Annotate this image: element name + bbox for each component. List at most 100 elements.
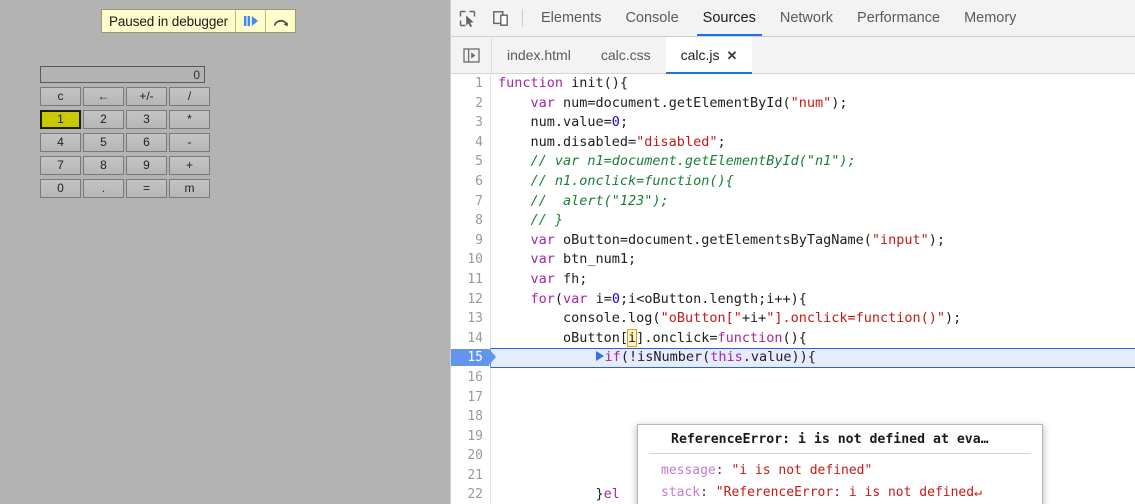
code-token: // n1.onclick=function(){: [498, 172, 734, 189]
calculator-key-7[interactable]: 7: [40, 156, 81, 175]
calculator-key-minus[interactable]: -: [169, 133, 210, 152]
calculator-key-c[interactable]: c: [40, 87, 81, 106]
line-number[interactable]: 21: [451, 465, 490, 486]
line-number-label: 10: [467, 252, 483, 268]
line-number[interactable]: 1: [451, 74, 490, 94]
line-number[interactable]: 2: [451, 93, 490, 114]
line-number[interactable]: 3: [451, 113, 490, 133]
line-number-label: 16: [467, 369, 483, 385]
calculator-display-input[interactable]: [40, 66, 205, 83]
calculator-key-equals[interactable]: =: [126, 179, 167, 198]
line-number[interactable]: 14: [451, 328, 490, 349]
calculator-key-divide[interactable]: /: [169, 87, 210, 106]
code-token: !: [628, 349, 638, 366]
code-token: num.value=: [498, 114, 612, 131]
line-number[interactable]: 18: [451, 407, 490, 427]
property-value: "ReferenceError: i is not defined↵: [715, 485, 982, 500]
line-number[interactable]: 15: [451, 348, 496, 368]
code-text: function init(){: [491, 74, 1135, 94]
code-token: i=: [587, 290, 612, 307]
line-number[interactable]: 20: [451, 446, 490, 466]
tab-sources[interactable]: Sources: [691, 0, 768, 36]
code-token: var: [563, 290, 588, 307]
line-number[interactable]: 12: [451, 289, 490, 310]
code-token: el: [603, 486, 620, 503]
source-code-editor[interactable]: 1 function init(){2 var num=document.getE…: [451, 74, 1135, 504]
calculator-key-backspace[interactable]: ←: [83, 87, 124, 106]
line-number-label: 9: [475, 232, 483, 248]
close-icon[interactable]: ✕: [727, 49, 738, 62]
calculator-key-2[interactable]: 2: [83, 110, 124, 129]
file-tab-calc-css[interactable]: calc.css: [585, 37, 666, 73]
calculator-key-plusminus[interactable]: +/-: [126, 87, 167, 106]
code-token: var: [530, 270, 555, 287]
line-number-label: 20: [467, 448, 483, 464]
code-token: function: [498, 75, 572, 91]
code-token: // var n1=document.getElementById("n1");: [498, 153, 856, 170]
tab-performance[interactable]: Performance: [845, 0, 952, 36]
line-number[interactable]: 19: [451, 426, 490, 447]
show-navigator-button[interactable]: [451, 37, 492, 73]
line-number[interactable]: 10: [451, 250, 490, 270]
line-number[interactable]: 16: [451, 367, 490, 388]
calculator-key-m[interactable]: m: [169, 179, 210, 198]
calculator-key-6[interactable]: 6: [126, 133, 167, 152]
calculator-key-plus[interactable]: +: [169, 156, 210, 175]
code-text: for(var i=0;i<oButton.length;i++){: [491, 290, 1135, 310]
line-number[interactable]: 4: [451, 132, 490, 153]
code-text: var fh;: [491, 270, 1135, 290]
step-over-button[interactable]: [265, 10, 296, 32]
calculator-key-multiply[interactable]: *: [169, 110, 210, 129]
paused-in-debugger-overlay: Paused in debugger: [101, 9, 297, 33]
code-token: for: [530, 290, 555, 307]
calculator-key-3[interactable]: 3: [126, 110, 167, 129]
line-number[interactable]: 17: [451, 387, 490, 408]
calculator-widget: c←+/-/ 123* 456- 789+0.=m: [40, 66, 210, 198]
file-tab-label: calc.js: [680, 47, 720, 63]
calculator-key-1[interactable]: 1: [40, 110, 81, 129]
line-number[interactable]: 7: [451, 191, 490, 212]
line-number[interactable]: 11: [451, 269, 490, 290]
toggle-device-toolbar-button[interactable]: [484, 0, 517, 36]
line-number[interactable]: 13: [451, 309, 490, 329]
tab-elements[interactable]: Elements: [529, 0, 613, 36]
line-number-label: 5: [475, 154, 483, 170]
tab-console[interactable]: Console: [613, 0, 690, 36]
code-token: function: [717, 329, 783, 346]
code-token: "].onclick=function()": [766, 310, 946, 327]
calculator-key-decimal[interactable]: .: [83, 179, 124, 198]
code-line: 16: [451, 367, 1135, 388]
calculator-key-0[interactable]: 0: [40, 179, 81, 198]
line-number[interactable]: 8: [451, 211, 490, 231]
code-token: );: [831, 94, 848, 111]
line-number[interactable]: 6: [451, 171, 490, 192]
open-file-tabs: index.html calc.css calc.js ✕: [492, 37, 753, 74]
calculator-key-9[interactable]: 9: [126, 156, 167, 175]
calculator-key-5[interactable]: 5: [83, 133, 124, 152]
line-number[interactable]: 22: [451, 485, 490, 504]
code-token: (: [554, 290, 564, 307]
code-token: ;: [717, 133, 726, 150]
file-tab-calc-js[interactable]: calc.js ✕: [665, 37, 753, 74]
code-token: num.disabled=: [498, 133, 637, 150]
code-line: 7 // alert("123");: [451, 191, 1135, 212]
calculator-key-8[interactable]: 8: [83, 156, 124, 175]
popover-title: ReferenceError: i is not defined at eva…: [649, 429, 1031, 454]
resume-script-button[interactable]: [235, 10, 266, 32]
calculator-key-4[interactable]: 4: [40, 133, 81, 152]
property-key: message: [661, 463, 716, 478]
tab-network[interactable]: Network: [768, 0, 845, 36]
tab-memory[interactable]: Memory: [952, 0, 1028, 36]
file-tab-index-html[interactable]: index.html: [492, 37, 586, 73]
file-tab-label: index.html: [507, 47, 571, 63]
line-number[interactable]: 5: [451, 152, 490, 172]
devtools-main-toolbar: Elements Console Sources Network Performance…: [451, 0, 1135, 37]
code-token: oButton=document.getElementsByTagName(: [554, 231, 872, 248]
inspect-element-button[interactable]: [451, 0, 484, 36]
line-number[interactable]: 9: [451, 230, 490, 251]
code-text: var num=document.getElementById("num");: [491, 94, 1135, 114]
